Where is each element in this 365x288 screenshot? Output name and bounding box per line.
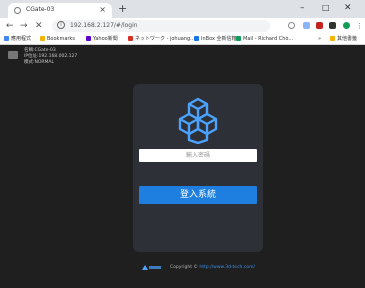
folder-icon	[330, 36, 335, 41]
stop-reload-button[interactable]: ✕	[35, 20, 43, 32]
bookmark-label: 其他書籤	[337, 36, 358, 42]
browser-tab[interactable]: CGate-03 ×	[8, 3, 112, 18]
bookmark-label: 應用程式	[11, 36, 32, 42]
url-box[interactable]: i 192.168.2.127/#/login	[52, 20, 270, 32]
forward-button[interactable]: →	[20, 20, 28, 32]
login-page: 名稱:CGate-03 IP位址:192.168.002.127 模式:NORM…	[0, 46, 365, 288]
bookmark-item[interactable]: Yahoo新聞	[86, 36, 118, 43]
bookmark-label: InBox 全新信箱	[201, 36, 237, 42]
copyright-text: Copyright © http://www.3d-tech.com/	[170, 263, 255, 272]
bookmark-item[interactable]: Mail - Richard Cho...	[236, 36, 293, 43]
maximize-button[interactable]: □	[322, 2, 330, 14]
inbox-icon	[194, 36, 199, 41]
menu-icon[interactable]: ⋮	[356, 20, 363, 32]
back-button[interactable]: ←	[6, 20, 14, 32]
globe-icon	[14, 7, 21, 14]
bookmark-label: Bookmarks	[47, 36, 75, 42]
device-icon	[8, 51, 18, 59]
password-field[interactable]	[139, 149, 257, 162]
outlook-icon	[236, 36, 241, 41]
bookmark-item[interactable]: InBox 全新信箱	[194, 36, 237, 43]
tab-bar: CGate-03 × + – □ ✕	[0, 0, 365, 18]
yahoo-icon	[86, 36, 91, 41]
device-mode: 模式:NORMAL	[24, 60, 55, 65]
bookmark-label: Yahoo新聞	[93, 36, 118, 42]
address-bar: ← → ✕ i 192.168.2.127/#/login ⋮	[0, 18, 365, 34]
other-bookmarks[interactable]: 其他書籤	[330, 36, 357, 43]
profile-avatar[interactable]	[343, 22, 350, 29]
login-button[interactable]: 登入系統	[139, 186, 257, 204]
star-icon	[40, 36, 45, 41]
extension-icon[interactable]	[329, 22, 336, 29]
bookmarks-more-button[interactable]: »	[318, 36, 321, 43]
apps-icon	[4, 36, 9, 41]
browser-window: CGate-03 × + – □ ✕ ← → ✕ i 192.168.2.127…	[0, 0, 365, 288]
bookmark-item[interactable]: ネットワーク - johuang...	[128, 36, 195, 43]
extension-icon[interactable]	[303, 22, 310, 29]
company-logo-icon	[142, 265, 161, 270]
info-icon[interactable]: i	[57, 21, 65, 29]
bookmark-label: ネットワーク - johuang...	[135, 36, 195, 42]
url-text[interactable]: 192.168.2.127/#/login	[70, 22, 138, 30]
window-close-button[interactable]: ✕	[344, 2, 352, 14]
minimize-button[interactable]: –	[300, 2, 305, 14]
login-card: 登入系統	[133, 84, 263, 252]
device-status-info: 名稱:CGate-03 IP位址:192.168.002.127 模式:NORM…	[8, 48, 77, 66]
company-link[interactable]: http://www.3d-tech.com/	[199, 265, 255, 270]
copyright-label: Copyright ©	[170, 265, 200, 270]
bookmarks-bar: 應用程式 Bookmarks Yahoo新聞 ネットワーク - johuang.…	[0, 34, 365, 45]
bookmark-item[interactable]: Bookmarks	[40, 36, 75, 43]
gmail-icon	[128, 36, 133, 41]
tab-close-icon[interactable]: ×	[99, 5, 106, 15]
cube-logo-icon	[178, 97, 218, 144]
bookmark-label: Mail - Richard Cho...	[243, 36, 294, 42]
bookmark-item[interactable]: 應用程式	[4, 36, 31, 43]
tab-title: CGate-03	[26, 6, 55, 13]
new-tab-button[interactable]: +	[118, 2, 127, 16]
bookmark-star-icon[interactable]	[288, 22, 295, 29]
extension-icon[interactable]	[316, 22, 323, 29]
